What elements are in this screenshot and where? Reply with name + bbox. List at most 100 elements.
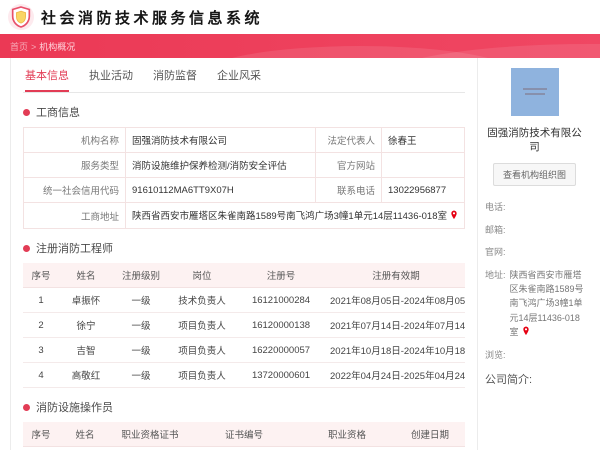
cell-reg-no: 16121000284 [235,287,327,313]
cell-level: 一级 [113,312,169,338]
col-seq: 序号 [23,263,59,288]
table-row: 3 吉智 一级 项目负责人 16220000057 2021年10月18日-20… [23,337,465,363]
col-cert: 职业资格证书 [111,422,189,447]
section-dot-icon [23,244,30,252]
cell-level: 一级 [113,337,169,363]
sidebar-address-row: 地址: 陕西省西安市雁塔区朱雀南路1589号南飞鸿广场3幢1单元14层11436… [485,268,584,341]
cell-seq: 1 [23,287,59,313]
cell-name: 卓振怀 [59,287,113,313]
service-type-value: 消防设施维护保养检测/消防安全评估 [125,152,316,178]
sidebar-views-row: 浏览: [485,348,584,362]
phone-label: 联系电话 [315,177,382,203]
tab-bar: 基本信息 执业活动 消防监督 企业风采 [23,58,465,93]
sidebar-company-name: 固强消防技术有限公司 [487,127,582,154]
table-row: 1 戴文强 四级/中级技能 193600302xxxxxx5 消防设施操作员 2… [23,446,465,450]
location-pin-icon[interactable] [450,210,458,223]
cell-validity: 2021年07月14日-2024年07月14日 [327,312,465,338]
credit-code-value: 91610112MA6TT9X07H [125,177,316,203]
cell-position: 技术负责人 [169,287,235,313]
cell-name: 戴文强 [59,446,111,450]
cell-cert-no: 193600302xxxxxx5 [189,446,299,450]
logo-watermark [522,88,547,90]
logo-watermark [524,93,545,95]
page-title: 社会消防技术服务信息系统 [41,9,264,27]
cell-seq: 3 [23,337,59,363]
table-row: 统一社会信用代码 91610112MA6TT9X07H 联系电话 1302295… [23,177,465,203]
email-label: 邮箱: [485,224,506,235]
cell-created: 2022-05-12 [395,446,465,450]
cell-level: 一级 [113,287,169,313]
cell-qualification: 消防设施操作员 [299,446,395,450]
section-dot-icon [23,108,30,116]
cell-reg-no: 16220000057 [235,337,327,363]
table-row: 1 卓振怀 一级 技术负责人 16121000284 2021年08月05日-2… [23,287,465,313]
cell-seq: 1 [23,446,59,450]
address-label: 工商地址 [23,202,126,229]
col-position: 岗位 [169,263,235,288]
phone-label: 电话: [485,202,506,213]
tab-fire-supervision[interactable]: 消防监督 [153,67,197,92]
cell-reg-no: 16120000138 [235,312,327,338]
tab-basic-info[interactable]: 基本信息 [25,67,69,92]
section-dot-icon [23,403,30,411]
cell-level: 一级 [113,362,169,388]
cell-position: 项目负责人 [169,312,235,338]
cell-reg-no: 13720000601 [235,362,327,388]
cell-validity: 2021年10月18日-2024年10月18日 [327,337,465,363]
table-row: 机构名称 固强消防技术有限公司 法定代表人 徐春王 [23,127,465,153]
company-profile-label: 公司简介: [485,373,533,386]
content-layout: 基本信息 执业活动 消防监督 企业风采 工商信息 机构名称 固强消防技术有限公司… [0,58,600,450]
cell-cert: 四级/中级技能 [111,446,189,450]
org-name-label: 机构名称 [23,127,126,153]
breadcrumb-banner: 首页 > 机构概况 [0,34,600,58]
website-label: 官网: [485,247,506,258]
location-pin-icon[interactable] [522,326,530,340]
operators-table: 序号 姓名 职业资格证书 证书编号 职业资格 创建日期 1 戴文强 四级/中级技… [23,422,465,450]
view-org-chart-button[interactable]: 查看机构组织图 [492,163,576,187]
service-type-label: 服务类型 [23,152,126,178]
section-engineers: 注册消防工程师 [23,240,465,256]
company-sidebar: 固强消防技术有限公司 查看机构组织图 电话: 邮箱: 官网: 地址: 陕西省西安… [478,58,588,450]
website-value [381,152,465,178]
section-title-text: 消防设施操作员 [36,402,113,414]
col-level: 注册级别 [113,263,169,288]
shield-icon [8,4,34,30]
col-qualification: 职业资格 [299,422,395,447]
legal-rep-label: 法定代表人 [315,127,382,153]
business-info-table: 机构名称 固强消防技术有限公司 法定代表人 徐春王 服务类型 消防设施维护保养检… [23,127,465,229]
address-value-cell: 陕西省西安市雁塔区朱雀南路1589号南飞鸿广场3幢1单元14层11436-018… [125,202,465,229]
website-label: 官方网站 [315,152,382,178]
col-name: 姓名 [59,263,113,288]
cell-name: 高敬红 [59,362,113,388]
table-row: 服务类型 消防设施维护保养检测/消防安全评估 官方网站 [23,152,465,178]
table-row: 2 徐宁 一级 项目负责人 16120000138 2021年07月14日-20… [23,312,465,338]
cell-position: 项目负责人 [169,337,235,363]
col-cert-no: 证书编号 [189,422,299,447]
cell-seq: 2 [23,312,59,338]
cell-name: 徐宁 [59,312,113,338]
table-row: 4 高敬红 一级 项目负责人 13720000601 2022年04月24日-2… [23,362,465,388]
section-operators: 消防设施操作员 [23,399,465,415]
phone-value: 13022956877 [381,177,465,203]
col-reg-no: 注册号 [235,263,327,288]
sidebar-phone-row: 电话: [485,200,584,214]
engineers-table: 序号 姓名 注册级别 岗位 注册号 注册有效期 1 卓振怀 一级 技术负责人 1… [23,263,465,388]
cell-name: 吉智 [59,337,113,363]
address-label: 地址: [485,269,506,280]
col-name: 姓名 [59,422,111,447]
table-header-row: 序号 姓名 注册级别 岗位 注册号 注册有效期 [23,263,465,288]
main-panel: 基本信息 执业活动 消防监督 企业风采 工商信息 机构名称 固强消防技术有限公司… [10,58,478,450]
breadcrumb: 首页 > 机构概况 [0,34,600,53]
cell-position: 项目负责人 [169,362,235,388]
credit-code-label: 统一社会信用代码 [23,177,126,203]
breadcrumb-home-link[interactable]: 首页 [10,42,28,52]
legal-rep-value: 徐春王 [381,127,465,153]
breadcrumb-separator: > [31,42,37,52]
sidebar-email-row: 邮箱: [485,223,584,237]
tab-practice-activity[interactable]: 执业活动 [89,67,133,92]
tab-company-showcase[interactable]: 企业风采 [217,67,261,92]
table-row: 工商地址 陕西省西安市雁塔区朱雀南路1589号南飞鸿广场3幢1单元14层1143… [23,202,465,229]
breadcrumb-current: 机构概况 [39,42,76,52]
cell-seq: 4 [23,362,59,388]
cell-validity: 2021年08月05日-2024年08月05日 [327,287,465,313]
